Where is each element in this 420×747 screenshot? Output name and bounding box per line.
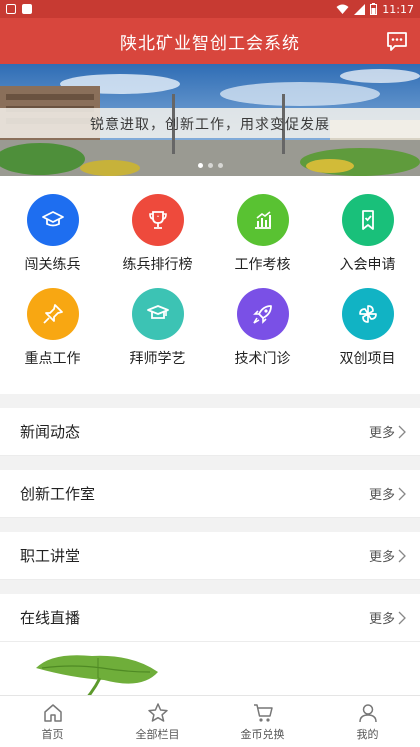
- pinwheel-icon: [358, 305, 377, 323]
- notification-icon: [6, 4, 16, 14]
- more-label: 更多: [368, 550, 395, 565]
- grid-item-challenge-training[interactable]: 闯关练兵: [0, 194, 105, 288]
- more-link[interactable]: 更多: [369, 422, 406, 441]
- status-bar: 11:17: [0, 0, 420, 18]
- nav-mine[interactable]: 我的: [315, 696, 420, 747]
- user-icon: [358, 703, 377, 722]
- grid-item-apprenticeship[interactable]: 拜师学艺: [105, 288, 210, 382]
- status-time: 11:17: [382, 2, 414, 16]
- section-title: 新闻动态: [20, 423, 81, 441]
- grid-icon-bg: [131, 194, 184, 246]
- chevron-right-icon: [398, 611, 406, 624]
- home-icon: [43, 703, 62, 722]
- grid-item-dual-innovation[interactable]: 双创项目: [315, 288, 420, 382]
- grid-item-ranking[interactable]: 练兵排行榜: [105, 194, 210, 288]
- message-icon[interactable]: [386, 30, 408, 52]
- grid-item-tech-clinic[interactable]: 技术门诊: [210, 288, 315, 382]
- section-staff-lecture[interactable]: 职工讲堂 更多: [0, 532, 420, 580]
- cart-icon: [253, 703, 273, 722]
- section-title: 职工讲堂: [20, 547, 81, 565]
- grid-icon-bg: [236, 288, 289, 340]
- grid-item-work-assessment[interactable]: 工作考核: [210, 194, 315, 288]
- feature-grid: 闯关练兵 练兵排行榜 工作考核 入会申请 重点工作 拜师学艺 技术门诊 双创项目: [0, 176, 420, 394]
- bottom-navigation: 首页 全部栏目 金币兑换 我的: [0, 695, 420, 747]
- chevron-right-icon: [398, 487, 406, 500]
- grid-item-label: 入会申请: [339, 257, 396, 273]
- banner-slogan: 锐意进取，创新工作，用求变促发展: [90, 117, 330, 133]
- carousel-dot[interactable]: [217, 163, 223, 168]
- grid-item-label: 双创项目: [339, 351, 396, 367]
- grid-icon-bg: [26, 194, 79, 246]
- section-gap: [0, 456, 420, 470]
- rocket-icon: [252, 305, 272, 324]
- more-label: 更多: [368, 488, 395, 503]
- app-title: 陕北矿业智创工会系统: [120, 33, 300, 54]
- carousel-dots: [0, 163, 420, 168]
- carousel-dot[interactable]: [207, 163, 213, 168]
- nav-home[interactable]: 首页: [0, 696, 105, 747]
- nav-label: 首页: [41, 727, 64, 741]
- grid-item-label: 重点工作: [24, 351, 81, 367]
- wifi-icon: [336, 4, 349, 14]
- more-link[interactable]: 更多: [369, 608, 406, 627]
- battery-icon: [370, 3, 378, 15]
- trophy-icon: [148, 211, 167, 229]
- nav-label: 我的: [356, 727, 379, 741]
- bar-chart-icon: [254, 211, 271, 229]
- section-news[interactable]: 新闻动态 更多: [0, 408, 420, 456]
- section-title: 在线直播: [20, 609, 81, 627]
- grid-icon-bg: [341, 288, 394, 340]
- nav-coin-exchange[interactable]: 金币兑换: [210, 696, 315, 747]
- section-innovation-studio[interactable]: 创新工作室 更多: [0, 470, 420, 518]
- app-header: 陕北矿业智创工会系统: [0, 18, 420, 64]
- grid-icon-bg: [236, 194, 289, 246]
- banner-carousel[interactable]: 锐意进取，创新工作，用求变促发展: [0, 64, 420, 176]
- grid-item-membership-apply[interactable]: 入会申请: [315, 194, 420, 288]
- more-label: 更多: [368, 612, 395, 627]
- grid-item-label: 技术门诊: [234, 351, 291, 367]
- grid-item-label: 闯关练兵: [24, 257, 81, 273]
- more-link[interactable]: 更多: [369, 546, 406, 565]
- grid-icon-bg: [26, 288, 79, 340]
- nav-label: 全部栏目: [135, 727, 180, 741]
- signal-icon: [354, 3, 366, 15]
- app-notification-icon: [22, 4, 32, 14]
- section-gap: [0, 580, 420, 594]
- grid-item-label: 拜师学艺: [129, 351, 186, 367]
- section-title: 创新工作室: [20, 485, 96, 503]
- more-link[interactable]: 更多: [369, 484, 406, 503]
- nav-all-columns[interactable]: 全部栏目: [105, 696, 210, 747]
- star-icon: [147, 702, 168, 722]
- grid-icon-bg: [341, 194, 394, 246]
- pin-icon: [42, 304, 63, 324]
- bookmark-icon: [361, 210, 374, 230]
- app-screen: 11:17 陕北矿业智创工会系统 锐意进取，创新工作，用求变促发展 闯关练兵 练…: [0, 0, 420, 747]
- section-gap: [0, 518, 420, 532]
- grid-item-key-work[interactable]: 重点工作: [0, 288, 105, 382]
- grid-item-label: 工作考核: [234, 257, 291, 273]
- chevron-right-icon: [398, 425, 406, 438]
- grid-item-label: 练兵排行榜: [122, 257, 193, 273]
- mortarboard-icon: [146, 305, 169, 319]
- grid-icon-bg: [131, 288, 184, 340]
- carousel-dot[interactable]: [197, 163, 203, 168]
- more-label: 更多: [368, 426, 395, 441]
- chevron-right-icon: [398, 549, 406, 562]
- graduation-cap-icon: [41, 211, 64, 227]
- section-live-stream[interactable]: 在线直播 更多: [0, 594, 420, 642]
- nav-label: 金币兑换: [240, 727, 285, 741]
